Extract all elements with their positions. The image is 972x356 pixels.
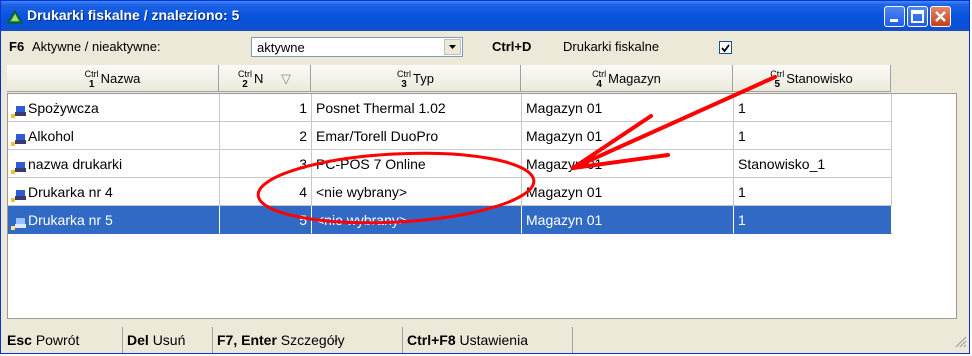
cell-nazwa[interactable]: nazwa drukarki: [8, 150, 220, 178]
printer-icon: [10, 156, 26, 175]
printer-name: Drukarka nr 4: [28, 184, 113, 200]
table-row[interactable]: Alkohol 2 Emar/Torell DuoPro Magazyn 01 …: [8, 122, 956, 150]
cell-typ[interactable]: PC-POS 7 Online: [312, 150, 522, 178]
cell-magazyn[interactable]: Magazyn 01: [522, 178, 734, 206]
status-bar: Esc Powrót Del Usuń F7, Enter Szczegóły …: [1, 327, 969, 353]
close-button[interactable]: [930, 6, 951, 27]
printer-name: Spożywcza: [28, 100, 99, 116]
command-label: Ustawienia: [459, 332, 528, 348]
cell-magazyn[interactable]: Magazyn 01: [522, 150, 734, 178]
cell-typ[interactable]: Emar/Torell DuoPro: [312, 122, 522, 150]
maximize-button[interactable]: [907, 6, 928, 27]
esc-back-command[interactable]: Esc Powrót: [3, 327, 123, 353]
shortcut-key: Esc: [7, 332, 32, 348]
printer-icon: [10, 100, 26, 119]
printer-icon: [10, 212, 26, 231]
resize-grip-icon[interactable]: [955, 335, 967, 351]
cell-stanowisko[interactable]: 1: [734, 178, 892, 206]
table-row-selected[interactable]: Drukarka nr 5 5 <nie wybrany> Magazyn 01…: [8, 206, 956, 234]
main-window: Drukarki fiskalne / znaleziono: 5 F6 Akt…: [0, 0, 970, 354]
cell-nazwa[interactable]: Drukarka nr 5: [8, 206, 220, 234]
ctrl-prefix: Ctrl: [397, 69, 412, 79]
printer-icon: [10, 128, 26, 147]
grid-header: Ctrl 1 Nazwa Ctrl 2 N ▽ Ctrl 3 Typ Ctrl 4 Magazy…: [7, 65, 957, 92]
printer-icon: [10, 184, 26, 203]
shortcut-key: Ctrl+F8: [407, 332, 456, 348]
window-title: Drukarki fiskalne / znaleziono: 5: [27, 7, 240, 23]
printer-name: Drukarka nr 5: [28, 212, 113, 228]
column-label: Magazyn: [608, 71, 661, 86]
shortcut-key: Del: [127, 332, 149, 348]
settings-command[interactable]: Ctrl+F8 Ustawienia: [403, 327, 573, 353]
printer-name: Alkohol: [28, 128, 74, 144]
f6-shortcut: F6: [9, 39, 25, 54]
column-label: Typ: [413, 71, 434, 86]
column-header-typ[interactable]: Ctrl 3 Typ: [311, 65, 521, 92]
cell-nazwa[interactable]: Alkohol: [8, 122, 220, 150]
status-filter-value: aktywne: [257, 40, 305, 55]
fiscal-printers-label: Drukarki fiskalne: [563, 39, 660, 54]
column-shortcut-number: 5: [774, 79, 781, 90]
printer-name: nazwa drukarki: [28, 156, 123, 172]
cell-n[interactable]: 2: [220, 122, 312, 150]
cell-n[interactable]: 1: [220, 94, 312, 122]
cell-n[interactable]: 3: [220, 150, 312, 178]
ctrld-shortcut: Ctrl+D: [492, 39, 532, 54]
column-label: Stanowisko: [786, 71, 853, 86]
command-label: Usuń: [152, 332, 186, 348]
printers-grid[interactable]: Spożywcza 1 Posnet Thermal 1.02 Magazyn …: [7, 93, 957, 319]
minimize-button[interactable]: [884, 6, 905, 27]
column-shortcut-number: 4: [596, 79, 602, 90]
cell-magazyn[interactable]: Magazyn 01: [522, 206, 734, 234]
column-shortcut-number: 1: [88, 79, 95, 90]
cell-typ[interactable]: Posnet Thermal 1.02: [312, 94, 522, 122]
cell-typ[interactable]: <nie wybrany>: [312, 206, 522, 234]
filter-bar: F6 Aktywne / nieaktywne: aktywne Ctrl+D …: [1, 31, 969, 63]
column-shortcut-number: 3: [401, 79, 407, 90]
app-triangle-icon: [7, 9, 23, 28]
column-label: Nazwa: [100, 71, 141, 86]
column-header-n[interactable]: Ctrl 2 N ▽: [219, 65, 311, 92]
ctrl-prefix: Ctrl: [592, 69, 607, 79]
title-bar[interactable]: Drukarki fiskalne / znaleziono: 5: [1, 1, 969, 31]
cell-magazyn[interactable]: Magazyn 01: [522, 122, 734, 150]
column-shortcut-number: 2: [242, 79, 248, 90]
command-label: Powrót: [35, 332, 80, 348]
chevron-down-icon[interactable]: [444, 39, 461, 55]
cell-n[interactable]: 5: [220, 206, 312, 234]
cell-stanowisko[interactable]: 1: [734, 122, 892, 150]
column-label: N: [253, 71, 264, 86]
cell-nazwa[interactable]: Drukarka nr 4: [8, 178, 220, 206]
ctrl-prefix: Ctrl: [237, 69, 252, 79]
cell-stanowisko[interactable]: 1: [734, 94, 892, 122]
ctrl-prefix: Ctrl: [84, 69, 99, 79]
status-filter-label: Aktywne / nieaktywne:: [32, 39, 161, 54]
command-label: Szczegóły: [280, 332, 345, 348]
status-filter-select[interactable]: aktywne: [251, 37, 463, 57]
cell-n[interactable]: 4: [220, 178, 312, 206]
column-header-nazwa[interactable]: Ctrl 1 Nazwa: [7, 65, 219, 92]
cell-typ[interactable]: <nie wybrany>: [312, 178, 522, 206]
table-row[interactable]: Drukarka nr 4 4 <nie wybrany> Magazyn 01…: [8, 178, 956, 206]
cell-stanowisko[interactable]: 1: [734, 206, 892, 234]
column-header-stanowisko[interactable]: Ctrl 5 Stanowisko: [733, 65, 891, 92]
cell-stanowisko[interactable]: Stanowisko_1: [734, 150, 892, 178]
table-row[interactable]: Spożywcza 1 Posnet Thermal 1.02 Magazyn …: [8, 94, 956, 122]
fiscal-printers-checkbox[interactable]: [719, 41, 732, 54]
table-row[interactable]: nazwa drukarki 3 PC-POS 7 Online Magazyn…: [8, 150, 956, 178]
del-remove-command[interactable]: Del Usuń: [123, 327, 213, 353]
column-header-magazyn[interactable]: Ctrl 4 Magazyn: [521, 65, 733, 92]
sort-indicator-icon: ▽: [281, 71, 291, 86]
cell-nazwa[interactable]: Spożywcza: [8, 94, 220, 122]
shortcut-key: F7, Enter: [217, 332, 277, 348]
ctrl-prefix: Ctrl: [770, 69, 785, 79]
details-command[interactable]: F7, Enter Szczegóły: [213, 327, 403, 353]
cell-magazyn[interactable]: Magazyn 01: [522, 94, 734, 122]
